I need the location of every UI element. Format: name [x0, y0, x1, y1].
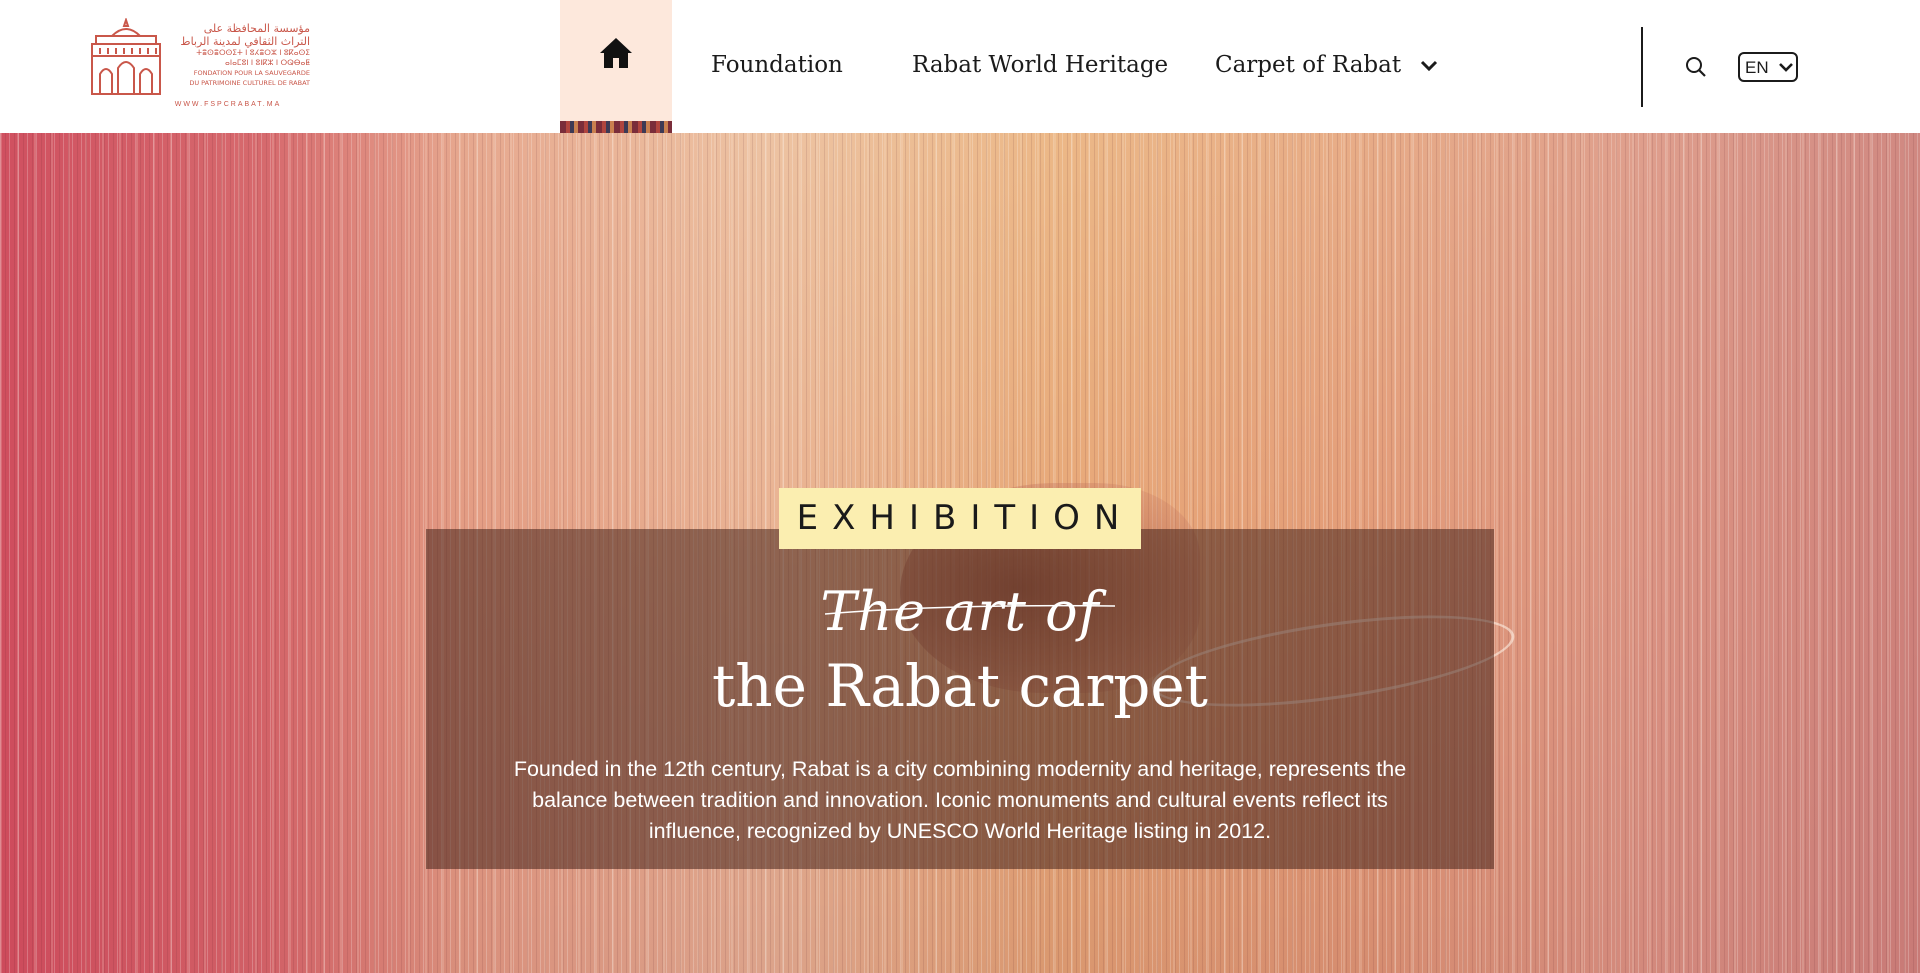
logo-url: WWW.FSPCRABAT.MA [174, 101, 282, 108]
nav-item-carpet-of-rabat[interactable]: Carpet of Rabat [1215, 48, 1438, 82]
home-button[interactable] [560, 0, 672, 133]
header-divider [1641, 27, 1643, 107]
nav-item-label: Carpet of Rabat [1215, 52, 1402, 78]
nav-item-rabat-world-heritage[interactable]: Rabat World Heritage [912, 48, 1168, 82]
logo-tifinagh-line-1: ⵜⴻⵙⴻⵔⵙⵉⵜ ⵏ ⵓⵃⴻⵔⵣ ⵏ ⵓⴽⴰⵙⵉ [196, 48, 310, 57]
logo-arabic-line-1: مؤسسة المحافظة على [203, 22, 310, 35]
chevron-down-icon [1421, 60, 1438, 72]
search-icon [1686, 57, 1706, 77]
nav-item-foundation[interactable]: Foundation [711, 48, 843, 82]
exhibition-badge: EXHIBITION [779, 488, 1141, 549]
hero-description: Founded in the 12th century, Rabat is a … [513, 757, 1407, 843]
nav-item-label: Foundation [711, 52, 843, 78]
script-swash-decoration [825, 604, 1116, 615]
carpet-pattern-strip [560, 121, 672, 133]
logo-tifinagh-line-2: ⴰⵏⴰⵎⵓⵏ ⵏ ⵓⵏⴽⵣ ⵏ ⵔⵕⴱⴰⵟ [225, 58, 310, 67]
language-value: EN [1745, 58, 1769, 77]
nav-item-label: Rabat World Heritage [912, 52, 1169, 78]
foundation-logo[interactable]: مؤسسة المحافظة على التراث الثقافي لمدينة… [90, 18, 310, 114]
logo-arabic-line-2: التراث الثقافي لمدينة الرباط [180, 35, 310, 48]
hero-title: the Rabat carpet [711, 652, 1208, 720]
search-button[interactable] [1684, 55, 1708, 79]
language-select[interactable]: EN [1738, 52, 1798, 82]
site-header: مؤسسة المحافظة على التراث الثقافي لمدينة… [0, 0, 1920, 133]
chevron-down-icon [1779, 63, 1793, 72]
logo-french-line-1: FONDATION POUR LA SAUVEGARDE [193, 69, 310, 77]
palace-gate-icon [91, 18, 161, 95]
logo-french-line-2: DU PATRIMOINE CULTUREL DE RABAT [189, 79, 310, 87]
logo-wordmark: مؤسسة المحافظة على التراث الثقافي لمدينة… [168, 22, 310, 88]
home-icon [600, 38, 632, 68]
